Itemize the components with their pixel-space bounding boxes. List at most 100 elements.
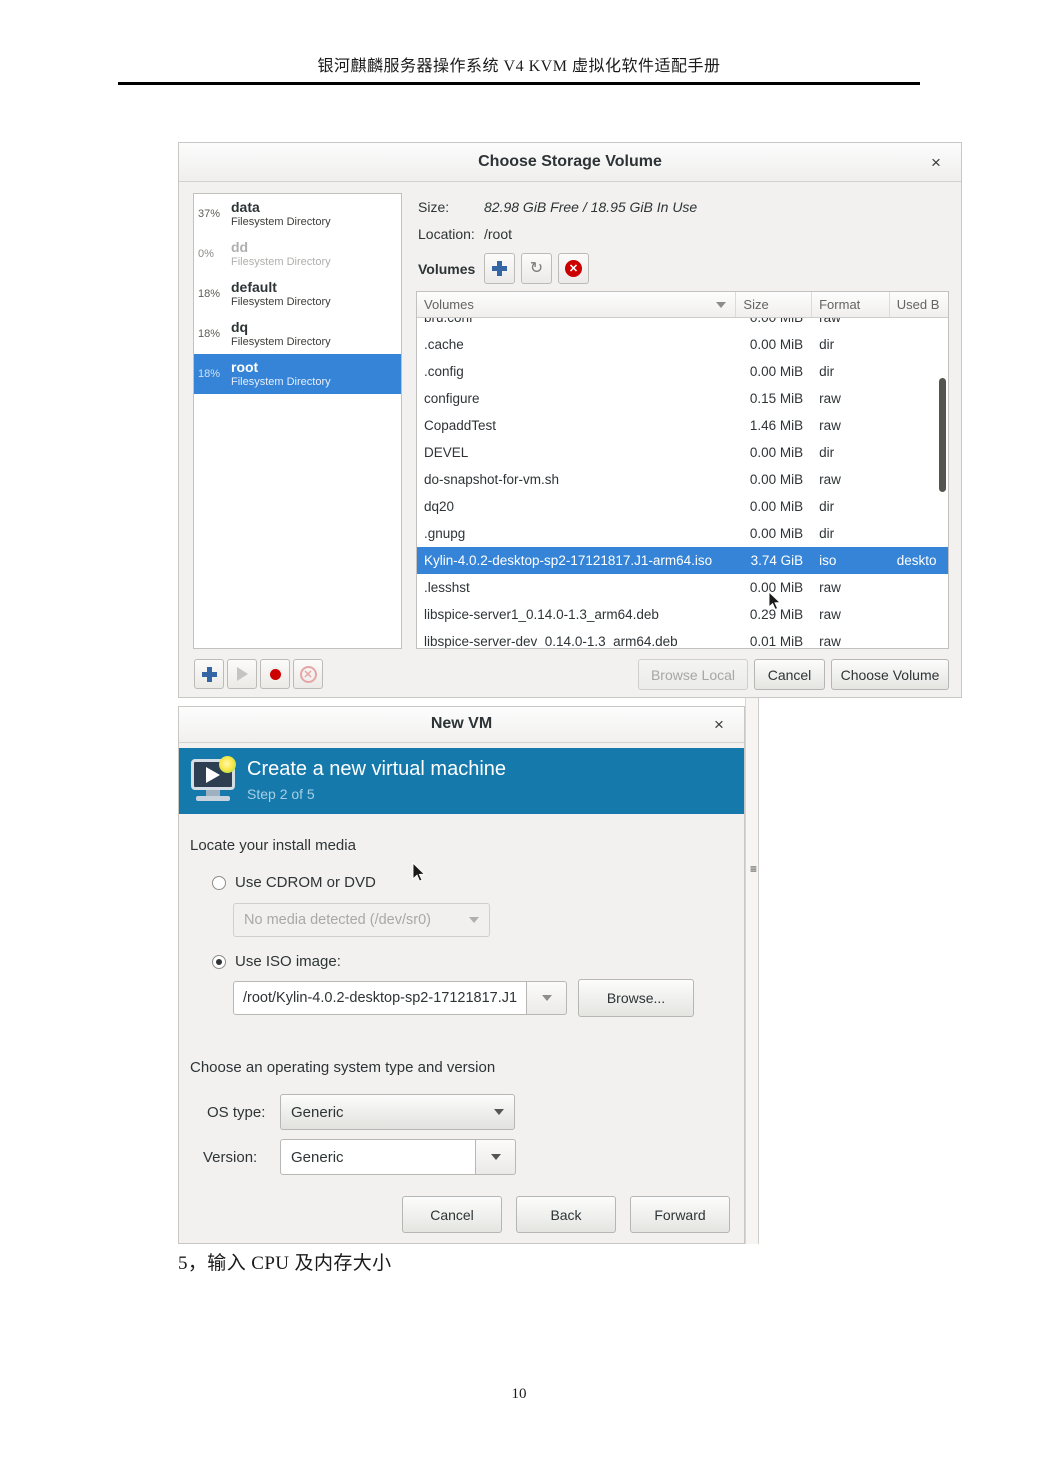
chevron-down-icon bbox=[716, 302, 727, 308]
volume-format: dir bbox=[819, 445, 835, 460]
version-dropdown-button[interactable] bbox=[476, 1139, 516, 1175]
new-vm-banner: Create a new virtual machine Step 2 of 5 bbox=[179, 748, 744, 814]
choose-os-label: Choose an operating system type and vers… bbox=[190, 1059, 496, 1076]
table-row[interactable]: libspice-server1_0.14.0-1.3_arm64.deb 0.… bbox=[417, 601, 948, 628]
radio-use-cdrom[interactable]: Use CDROM or DVD bbox=[212, 874, 376, 891]
table-row-selected[interactable]: Kylin-4.0.2-desktop-sp2-17121817.J1-arm6… bbox=[417, 547, 948, 574]
stop-pool-button[interactable] bbox=[260, 659, 290, 689]
delete-circle-icon: ✕ bbox=[299, 665, 317, 683]
table-row[interactable]: CopaddTest 1.46 MiB raw bbox=[417, 412, 948, 439]
chevron-down-icon bbox=[490, 1154, 501, 1160]
volume-name: .config bbox=[424, 364, 464, 379]
browse-local-button[interactable]: Browse Local bbox=[638, 659, 748, 690]
volume-name: libspice-server-dev_0.14.0-1.3_arm64.deb bbox=[424, 634, 678, 649]
start-pool-button[interactable] bbox=[227, 659, 257, 689]
volume-size: 0.00 MiB bbox=[749, 526, 804, 541]
volume-name: libspice-server1_0.14.0-1.3_arm64.deb bbox=[424, 607, 659, 622]
pool-name: root bbox=[231, 359, 259, 375]
column-header-used-by[interactable]: Used B bbox=[890, 292, 948, 317]
play-icon bbox=[236, 667, 248, 681]
table-scrollbar[interactable] bbox=[939, 320, 946, 647]
delete-circle-icon: ✕ bbox=[565, 260, 582, 277]
refresh-icon: ↻ bbox=[529, 259, 544, 277]
pool-name: default bbox=[231, 279, 277, 295]
choose-volume-button[interactable]: Choose Volume bbox=[831, 659, 949, 690]
pool-usage-percent: 37% bbox=[198, 208, 221, 220]
volume-name: dq20 bbox=[424, 499, 455, 514]
volume-size: 1.46 MiB bbox=[749, 418, 804, 433]
pool-usage-percent: 18% bbox=[198, 288, 221, 300]
volumes-table-header: Volumes Size Format Used B bbox=[417, 292, 948, 318]
iso-path-dropdown-button[interactable] bbox=[527, 981, 567, 1015]
refresh-volumes-button[interactable]: ↻ bbox=[521, 253, 552, 284]
volume-size: 0.01 MiB bbox=[749, 634, 804, 649]
iso-path-input[interactable]: /root/Kylin-4.0.2-desktop-sp2-17121817.J… bbox=[233, 981, 527, 1015]
pool-type: Filesystem Directory bbox=[231, 255, 331, 268]
table-row[interactable]: configure 0.15 MiB raw bbox=[417, 385, 948, 412]
cancel-button[interactable]: Cancel bbox=[754, 659, 825, 690]
browse-button[interactable]: Browse... bbox=[578, 979, 694, 1017]
volume-name: .gnupg bbox=[424, 526, 466, 541]
add-volume-button[interactable] bbox=[484, 253, 515, 284]
banner-step-text: Step 2 of 5 bbox=[247, 786, 315, 802]
storage-pool-list[interactable]: 37% data Filesystem Directory 0% dd File… bbox=[193, 193, 402, 649]
table-row[interactable]: .config 0.00 MiB dir bbox=[417, 358, 948, 385]
radio-use-iso[interactable]: Use ISO image: bbox=[212, 953, 341, 970]
cancel-button[interactable]: Cancel bbox=[402, 1196, 502, 1233]
radio-button-icon[interactable] bbox=[212, 954, 226, 969]
volumes-table[interactable]: Volumes Size Format Used B bru.conf 0.00… bbox=[416, 291, 949, 649]
size-value: 82.98 GiB Free / 18.95 GiB In Use bbox=[484, 199, 698, 215]
volume-size: 0.00 MiB bbox=[749, 445, 804, 460]
delete-pool-button[interactable]: ✕ bbox=[293, 659, 323, 689]
plus-icon bbox=[492, 261, 507, 276]
os-type-dropdown[interactable]: Generic bbox=[280, 1094, 515, 1130]
volume-name: .lesshst bbox=[424, 580, 470, 595]
pool-name: data bbox=[231, 199, 260, 215]
add-pool-button[interactable] bbox=[194, 659, 224, 689]
scrollbar-thumb[interactable] bbox=[939, 378, 946, 492]
new-vm-dialog: New VM × Create a new virtual machine St… bbox=[178, 706, 745, 1244]
table-row[interactable]: dq20 0.00 MiB dir bbox=[417, 493, 948, 520]
volume-size: 0.00 MiB bbox=[736, 318, 812, 325]
new-vm-titlebar: New VM × bbox=[179, 707, 744, 743]
volume-name: DEVEL bbox=[424, 445, 469, 460]
pool-list-item[interactable]: 18% default Filesystem Directory bbox=[194, 274, 401, 314]
document-header: 银河麒麟服务器操作系统 V4 KVM 虚拟化软件适配手册 bbox=[0, 0, 1038, 85]
table-row[interactable]: bru.conf 0.00 MiB raw bbox=[417, 318, 948, 331]
column-header-size[interactable]: Size bbox=[736, 292, 813, 317]
os-type-value: Generic bbox=[291, 1103, 344, 1121]
forward-button[interactable]: Forward bbox=[630, 1196, 730, 1233]
volume-format: dir bbox=[819, 364, 835, 379]
close-icon[interactable]: × bbox=[708, 714, 730, 736]
pool-list-item[interactable]: 0% dd Filesystem Directory bbox=[194, 234, 401, 274]
close-icon[interactable]: × bbox=[925, 152, 947, 174]
delete-volume-button[interactable]: ✕ bbox=[558, 253, 589, 284]
column-header-format[interactable]: Format bbox=[812, 292, 890, 317]
table-row[interactable]: libspice-server-dev_0.14.0-1.3_arm64.deb… bbox=[417, 628, 948, 649]
header-rule bbox=[118, 82, 920, 85]
back-button[interactable]: Back bbox=[516, 1196, 616, 1233]
pool-name: dq bbox=[231, 319, 249, 335]
volume-size: 0.00 MiB bbox=[749, 337, 804, 352]
table-row[interactable]: .gnupg 0.00 MiB dir bbox=[417, 520, 948, 547]
pool-type: Filesystem Directory bbox=[231, 375, 331, 388]
pool-usage-percent: 0% bbox=[198, 248, 214, 260]
pool-list-item-selected[interactable]: 18% root Filesystem Directory bbox=[194, 354, 401, 394]
table-row[interactable]: do-snapshot-for-vm.sh 0.00 MiB raw bbox=[417, 466, 948, 493]
cdrom-media-value: No media detected (/dev/sr0) bbox=[244, 912, 431, 928]
radio-button-icon[interactable] bbox=[212, 875, 226, 890]
cdrom-media-dropdown[interactable]: No media detected (/dev/sr0) bbox=[233, 903, 490, 937]
pool-list-item[interactable]: 18% dq Filesystem Directory bbox=[194, 314, 401, 354]
version-input[interactable]: Generic bbox=[280, 1139, 476, 1175]
table-row[interactable]: .lesshst 0.00 MiB raw bbox=[417, 574, 948, 601]
chevron-down-icon bbox=[541, 995, 552, 1001]
table-row-clipped[interactable]: bru.conf 0.00 MiB raw bbox=[417, 318, 948, 331]
table-row[interactable]: DEVEL 0.00 MiB dir bbox=[417, 439, 948, 466]
pool-list-item[interactable]: 37% data Filesystem Directory bbox=[194, 194, 401, 234]
column-header-volumes[interactable]: Volumes bbox=[417, 292, 737, 317]
location-label: Location: bbox=[418, 226, 475, 242]
table-row[interactable]: .cache 0.00 MiB dir bbox=[417, 331, 948, 358]
volumes-table-body[interactable]: .cache 0.00 MiB dir .config 0.00 MiB dir… bbox=[417, 331, 948, 649]
volume-size: 0.00 MiB bbox=[749, 364, 804, 379]
volume-size: 3.74 GiB bbox=[750, 553, 804, 568]
